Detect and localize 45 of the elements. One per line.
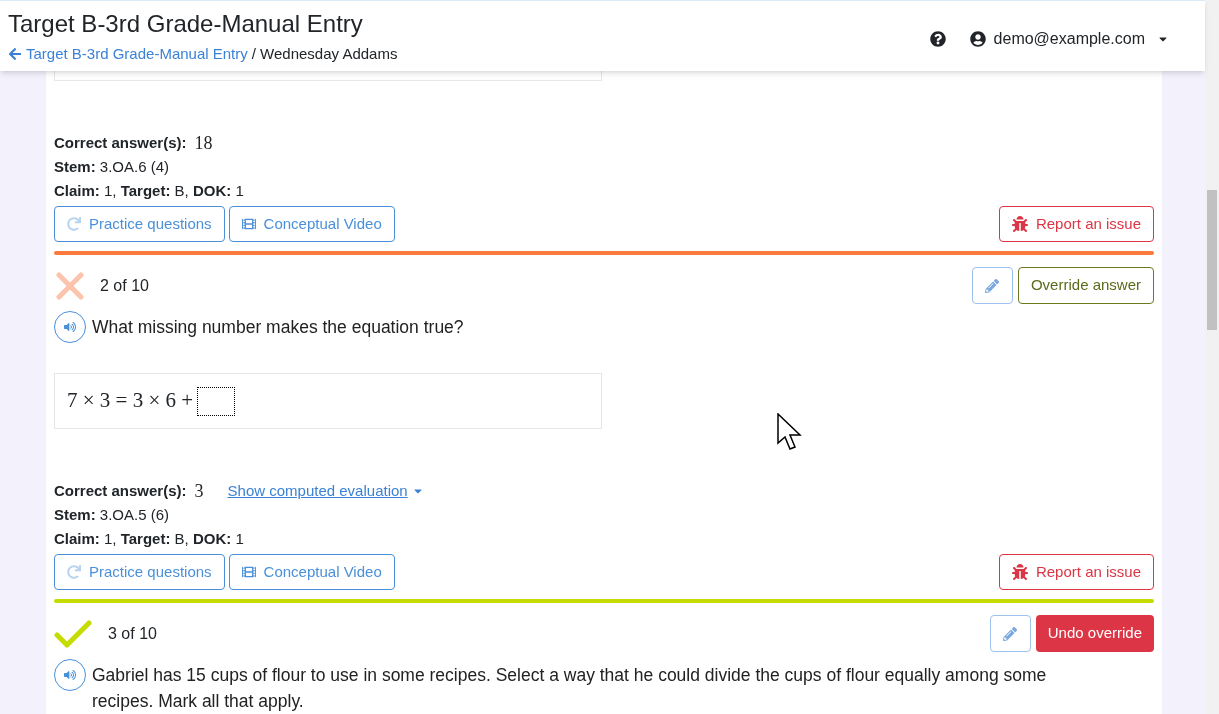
question-position: 2 of 10 [100,275,149,296]
speaker-icon [64,669,76,681]
report-issue-button[interactable]: Report an issue [998,554,1154,590]
stem-text: Stem: 3.OA.5 (6) [54,505,171,525]
film-icon [241,217,256,231]
correct-answer-label: Correct answer(s): [54,132,187,153]
question-prompt: What missing number makes the equation true? [92,316,465,339]
scrollbar-thumb[interactable] [1207,190,1217,330]
conceptual-video-button[interactable]: Conceptual Video [228,206,395,242]
conceptual-video-button[interactable]: Conceptual Video [228,554,395,590]
help-icon[interactable] [929,31,946,47]
answer-blank[interactable] [197,386,236,416]
scrollbar[interactable] [1205,0,1219,714]
practice-questions-button[interactable]: Practice questions [54,206,225,242]
back-arrow-icon [8,47,22,62]
user-icon [969,31,986,47]
page-title: Target B-3rd Grade-Manual Entry [8,9,364,39]
claim-text: Claim: 1, Target: B, DOK: 1 [54,529,245,549]
claim-text: Claim: 1, Target: B, DOK: 1 [54,181,245,201]
stem-text: Stem: 3.OA.6 (4) [54,157,171,177]
bug-icon [1011,564,1028,580]
correct-answer-value: 18 [194,131,213,155]
practice-questions-button[interactable]: Practice questions [54,554,225,590]
pencil-icon [985,278,1000,293]
report-issue-button[interactable]: Report an issue [998,206,1154,242]
undo-override-button[interactable]: Undo override [1035,615,1154,652]
edit-button[interactable] [989,615,1031,652]
user-menu[interactable]: demo@example.com [969,27,1169,51]
breadcrumb-current: / Wednesday Addams [251,44,398,64]
refresh-icon [67,565,81,579]
speaker-icon [64,321,76,333]
correct-answer-value: 3 [194,479,204,503]
question-position: 3 of 10 [108,623,157,644]
film-icon [241,565,256,579]
cursor-icon [777,413,803,453]
bug-icon [1011,216,1028,232]
correct-answer-label: Correct answer(s): [54,480,187,501]
show-evaluation-link[interactable]: Show computed evaluation [227,479,424,503]
back-link[interactable]: Target B-3rd Grade-Manual Entry [8,43,248,66]
edit-button[interactable] [971,267,1013,304]
override-answer-button[interactable]: Override answer [1017,267,1154,304]
refresh-icon [67,217,81,231]
pencil-icon [1003,626,1018,641]
equation-text: 7 × 3 = 3 × 6 + [67,387,194,415]
question-prompt: Gabriel has 15 cups of flour to use in some recipes. Select a way that he could divide the cups of flour equally among some recipes. Mark all that apply. [92,664,1048,713]
